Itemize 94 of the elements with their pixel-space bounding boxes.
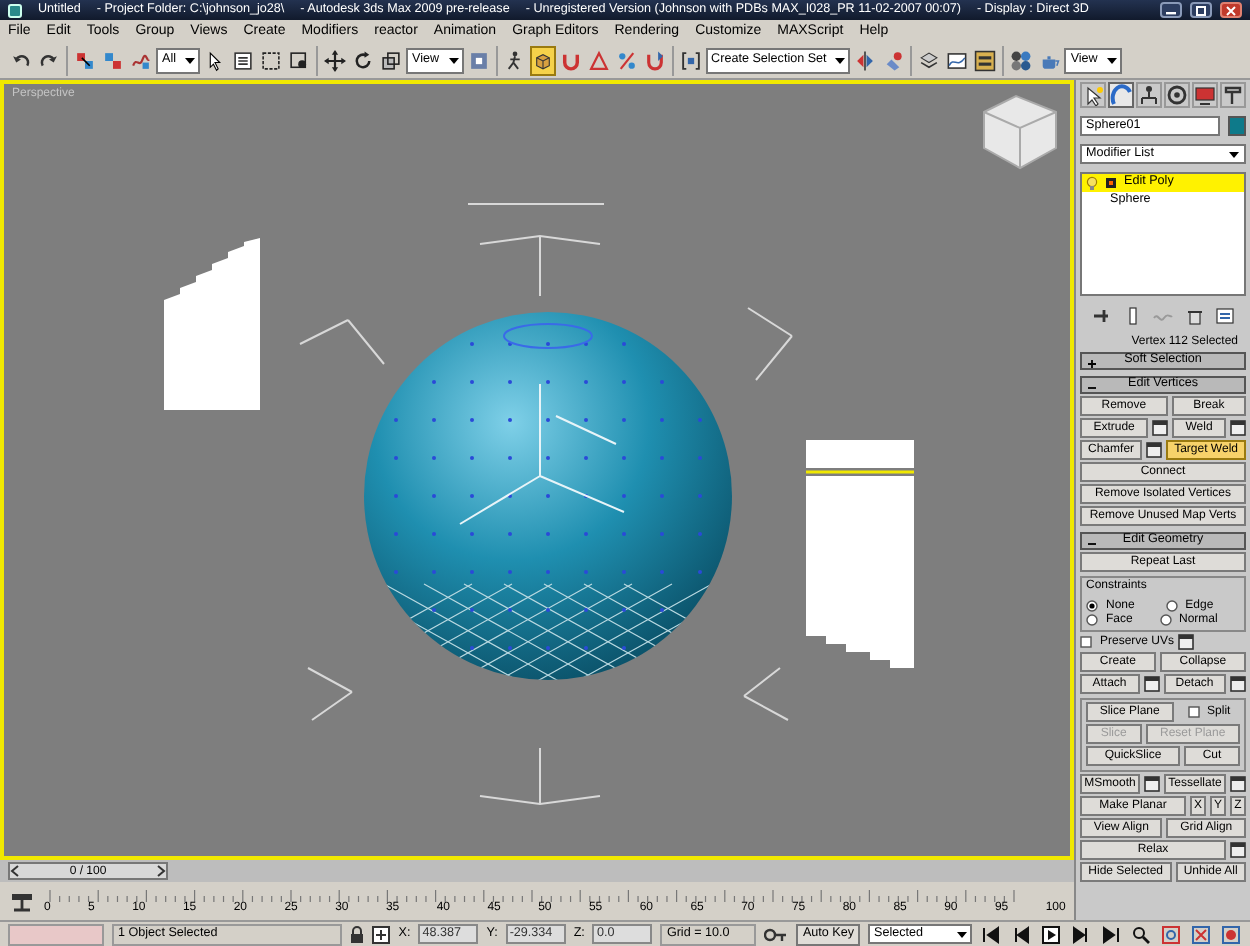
rotate-icon [352, 47, 374, 73]
caret-icon [184, 55, 196, 65]
zoom-all-icon [1162, 925, 1180, 943]
previous-frame-icon [1012, 925, 1030, 943]
percent-icon [615, 47, 638, 73]
playback-button[interactable] [1070, 923, 1092, 945]
go-to-end-icon [1102, 925, 1120, 943]
circle-icon [1166, 84, 1188, 106]
settings-icon[interactable] [1230, 776, 1246, 792]
playback-button[interactable] [1100, 923, 1122, 945]
bulb-icon[interactable] [1086, 176, 1098, 190]
playback-button[interactable] [1010, 923, 1032, 945]
angle-icon [587, 47, 610, 73]
maximize-button[interactable] [1190, 2, 1212, 18]
schematic-icon [974, 47, 997, 73]
panel-tab[interactable] [1108, 82, 1134, 108]
settings-icon[interactable] [1230, 676, 1246, 692]
pivot-icon [467, 47, 490, 73]
playback-button[interactable] [1040, 923, 1062, 945]
settings-icon[interactable] [1230, 842, 1246, 858]
zoom-extents-icon [1192, 925, 1210, 943]
key-icon[interactable] [764, 925, 789, 943]
settings-icon[interactable] [1152, 420, 1169, 436]
magnifier-icon [1132, 925, 1150, 943]
close-button[interactable] [1220, 2, 1242, 18]
figure-icon [503, 47, 526, 73]
expand-icon [1088, 360, 1096, 368]
view-cube-icon [983, 94, 1057, 170]
radio-icon[interactable] [1086, 614, 1098, 626]
transform-mode-icon[interactable] [372, 925, 391, 943]
configure-icon [1214, 306, 1236, 326]
close-icon [1224, 5, 1238, 15]
minimize-button[interactable] [1160, 2, 1182, 18]
cursor-star-icon [1082, 84, 1104, 106]
align-icon [882, 47, 905, 73]
playback-button[interactable] [1130, 923, 1152, 945]
zoom-extents-all-icon [1222, 925, 1240, 943]
radio-icon[interactable] [1086, 600, 1098, 612]
expand-icon[interactable] [1106, 178, 1116, 188]
color-swatch[interactable] [1228, 116, 1246, 136]
go-to-start-icon [982, 925, 1000, 943]
scale-icon [380, 47, 402, 73]
caret-icon [447, 55, 460, 65]
stack-tool-button[interactable] [1212, 304, 1238, 328]
app-icon [8, 3, 22, 17]
chevron-right-icon [156, 864, 166, 878]
script-listener-field[interactable] [8, 923, 104, 945]
toolbar-button[interactable] [322, 45, 348, 75]
list-icon [232, 47, 254, 73]
maximize-icon [1194, 5, 1208, 15]
track-bar-icon[interactable] [8, 889, 36, 913]
panel-tab[interactable] [1136, 82, 1162, 108]
panel-tab[interactable] [1220, 82, 1246, 108]
checkbox-icon[interactable] [1187, 706, 1200, 718]
collapse-icon [1088, 540, 1096, 548]
lock-icon[interactable] [350, 925, 365, 943]
panel-tab[interactable] [1164, 82, 1190, 108]
radio-icon[interactable] [1165, 600, 1178, 612]
rectangle-select-icon [260, 47, 282, 73]
caret-icon [834, 55, 847, 65]
settings-icon[interactable] [1143, 676, 1159, 692]
move-icon [324, 47, 346, 73]
settings-icon[interactable] [1144, 776, 1160, 792]
unlink-icon [102, 47, 124, 73]
bin-icon [1183, 306, 1205, 326]
playback-button[interactable] [980, 923, 1002, 945]
caret-icon [1228, 149, 1240, 159]
hierarchy-icon [1138, 84, 1160, 106]
settings-icon[interactable] [1146, 442, 1163, 458]
hammer-icon [1222, 84, 1244, 106]
panel-tab[interactable] [1192, 82, 1218, 108]
next-frame-icon [1072, 925, 1090, 943]
toolbar-button[interactable] [972, 45, 999, 75]
monitor-icon [1194, 84, 1216, 106]
settings-icon[interactable] [1230, 420, 1246, 436]
brackets-icon [679, 47, 702, 73]
window-select-icon [288, 47, 310, 73]
spheres-icon [1010, 47, 1033, 73]
caret-icon [1105, 55, 1118, 65]
panel-tab[interactable] [1080, 82, 1106, 108]
settings-icon[interactable] [1178, 634, 1195, 650]
radio-icon[interactable] [1159, 614, 1171, 626]
cursor-icon [204, 47, 226, 73]
checkbox-icon[interactable] [1080, 636, 1092, 648]
mirror-icon [854, 47, 877, 73]
toolbar-button[interactable] [529, 45, 556, 75]
graph-icon [946, 47, 969, 73]
caret-icon [956, 929, 968, 939]
layers-icon [918, 47, 941, 73]
link-icon [74, 47, 96, 73]
chevron-left-icon [10, 864, 20, 878]
play-icon [1042, 925, 1060, 943]
arc-icon [1110, 84, 1132, 106]
collapse-icon [1088, 384, 1096, 392]
